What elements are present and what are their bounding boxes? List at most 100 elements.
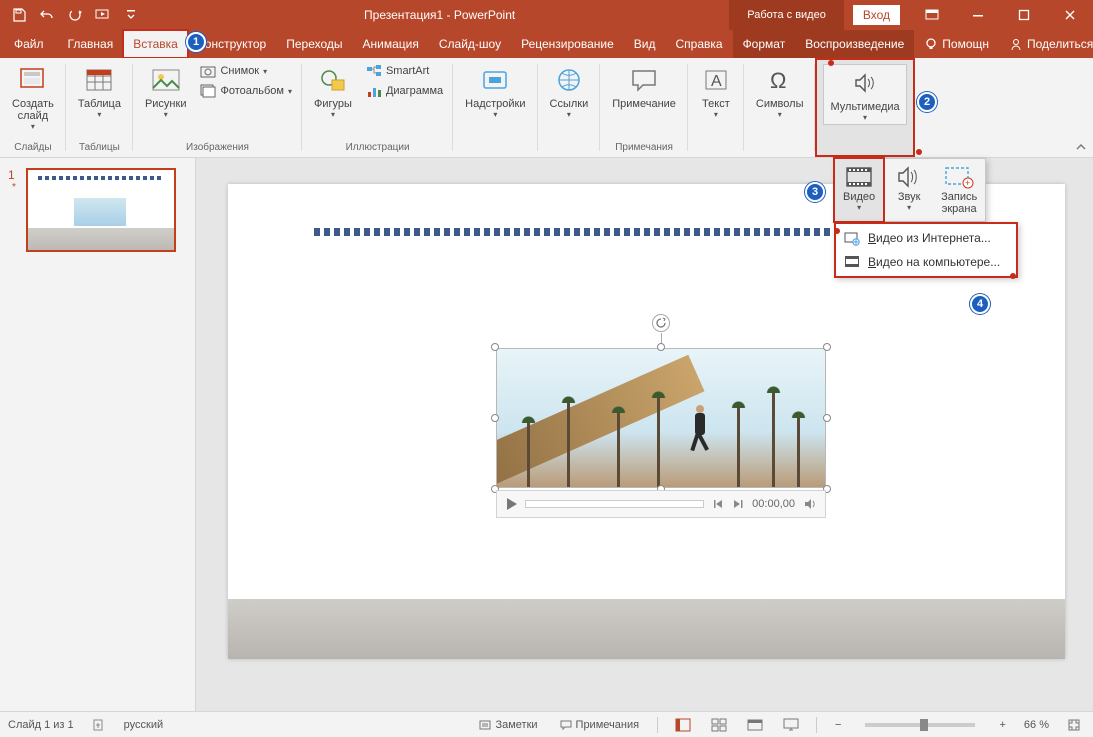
smartart-icon — [366, 64, 382, 78]
tab-slideshow[interactable]: Слайд-шоу — [429, 30, 511, 58]
text-button[interactable]: A Текст ▾ — [694, 62, 738, 121]
smartart-button[interactable]: SmartArt — [362, 62, 447, 80]
comments-button[interactable]: Примечания — [556, 719, 644, 731]
tab-view[interactable]: Вид — [624, 30, 666, 58]
qat-customize-icon[interactable] — [118, 2, 144, 28]
resize-handle[interactable] — [657, 343, 665, 351]
resize-handle[interactable] — [823, 343, 831, 351]
tell-me-button[interactable]: Помощн — [914, 37, 999, 51]
zoom-slider[interactable] — [865, 723, 975, 727]
thumb-number: 1 — [8, 168, 20, 182]
maximize-icon[interactable] — [1001, 0, 1047, 30]
zoom-out-button[interactable]: − — [831, 719, 845, 731]
tab-playback[interactable]: Воспроизведение — [795, 30, 914, 58]
pictures-icon — [150, 64, 182, 96]
group-symbols: Ω Символы ▾ — [744, 58, 816, 157]
chevron-down-icon: ▾ — [331, 110, 335, 119]
undo-icon[interactable] — [34, 2, 60, 28]
chevron-down-icon: ▾ — [778, 110, 782, 119]
video-preview — [496, 348, 826, 488]
progress-bar[interactable] — [525, 500, 704, 508]
spellcheck-button[interactable] — [88, 718, 110, 732]
slideshow-view-button[interactable] — [780, 716, 802, 734]
close-icon[interactable] — [1047, 0, 1093, 30]
marker-dot — [834, 228, 840, 234]
comment-icon — [628, 64, 660, 96]
screen-recording-button[interactable]: + Запись экрана — [933, 159, 985, 221]
video-object[interactable] — [496, 348, 826, 488]
zoom-level[interactable]: 66 % — [1024, 719, 1049, 731]
share-button[interactable]: Поделиться — [999, 37, 1093, 51]
reading-view-button[interactable] — [744, 716, 766, 734]
online-video-menuitem[interactable]: Видео из Интернета... — [836, 226, 1016, 250]
tab-help[interactable]: Справка — [665, 30, 732, 58]
tab-insert[interactable]: Вставка — [123, 30, 188, 58]
group-links: Ссылки ▾ — [538, 58, 601, 157]
group-illustrations-label: Иллюстрации — [346, 140, 410, 155]
screenrec-label: Запись экрана — [941, 191, 977, 215]
links-button[interactable]: Ссылки ▾ — [544, 62, 595, 121]
step-back-button[interactable] — [712, 498, 724, 510]
new-slide-button[interactable]: Создать слайд ▾ — [6, 62, 60, 133]
zoom-slider-thumb[interactable] — [920, 719, 928, 731]
title-bar: Презентация1 - PowerPoint Работа с видео… — [0, 0, 1093, 30]
minimize-icon[interactable] — [955, 0, 1001, 30]
group-tables: Таблица ▾ Таблицы — [66, 58, 133, 157]
window-controls — [909, 0, 1093, 30]
chart-button[interactable]: Диаграмма — [362, 82, 447, 100]
collapse-ribbon-icon[interactable] — [1075, 141, 1087, 153]
tab-review[interactable]: Рецензирование — [511, 30, 624, 58]
tab-file[interactable]: Файл — [0, 30, 58, 58]
shapes-label: Фигуры — [314, 98, 352, 110]
screenshot-button[interactable]: Снимок▾ — [196, 62, 296, 80]
volume-button[interactable] — [803, 498, 817, 510]
marker-dot — [1010, 273, 1016, 279]
window-title: Презентация1 - PowerPoint — [150, 8, 729, 22]
comment-button[interactable]: Примечание — [606, 62, 682, 112]
slide-thumbnail[interactable] — [26, 168, 176, 252]
normal-view-button[interactable] — [672, 716, 694, 734]
shapes-button[interactable]: Фигуры ▾ — [308, 62, 358, 121]
zoom-in-button[interactable]: + — [995, 719, 1009, 731]
video-dropdown-button[interactable]: Видео ▾ — [833, 157, 885, 223]
photo-album-button[interactable]: Фотоальбом▾ — [196, 82, 296, 100]
addins-button[interactable]: Надстройки ▾ — [459, 62, 531, 121]
chevron-down-icon: ▾ — [857, 203, 861, 212]
new-slide-icon — [17, 64, 49, 96]
resize-handle[interactable] — [491, 343, 499, 351]
status-bar: Слайд 1 из 1 русский Заметки Примечания … — [0, 711, 1093, 737]
audio-dropdown-button[interactable]: Звук ▾ — [885, 159, 933, 221]
play-button[interactable] — [505, 497, 517, 511]
lightbulb-icon — [924, 37, 938, 51]
slide-counter[interactable]: Слайд 1 из 1 — [8, 719, 74, 731]
tab-animation[interactable]: Анимация — [353, 30, 429, 58]
save-icon[interactable] — [6, 2, 32, 28]
sign-in-button[interactable]: Вход — [852, 4, 901, 26]
svg-text:A: A — [711, 73, 722, 90]
video-from-file-menuitem[interactable]: Видео на компьютере... — [836, 250, 1016, 274]
pictures-label: Рисунки — [145, 98, 187, 110]
fit-to-window-button[interactable] — [1063, 716, 1085, 734]
slide-sorter-button[interactable] — [708, 716, 730, 734]
pictures-button[interactable]: Рисунки ▾ — [139, 62, 193, 121]
media-button[interactable]: Мультимедиа ▾ — [823, 64, 906, 125]
video-icon — [843, 163, 875, 191]
step-forward-button[interactable] — [732, 498, 744, 510]
resize-handle[interactable] — [491, 414, 499, 422]
links-icon — [553, 64, 585, 96]
tab-transitions[interactable]: Переходы — [276, 30, 352, 58]
video-dropdown-label: Видео — [843, 191, 875, 203]
tab-home[interactable]: Главная — [58, 30, 124, 58]
links-label: Ссылки — [550, 98, 589, 110]
tab-format[interactable]: Формат — [733, 30, 796, 58]
rotate-handle[interactable] — [652, 314, 670, 332]
media-dropdown-panel: Видео ▾ Звук ▾ + Запись экрана — [834, 158, 986, 222]
start-from-beginning-icon[interactable] — [90, 2, 116, 28]
table-button[interactable]: Таблица ▾ — [72, 62, 127, 121]
language-indicator[interactable]: русский — [124, 719, 163, 731]
notes-button[interactable]: Заметки — [475, 719, 541, 731]
resize-handle[interactable] — [823, 414, 831, 422]
symbols-button[interactable]: Ω Символы ▾ — [750, 62, 810, 121]
ribbon-display-options-icon[interactable] — [909, 0, 955, 30]
redo-icon[interactable] — [62, 2, 88, 28]
